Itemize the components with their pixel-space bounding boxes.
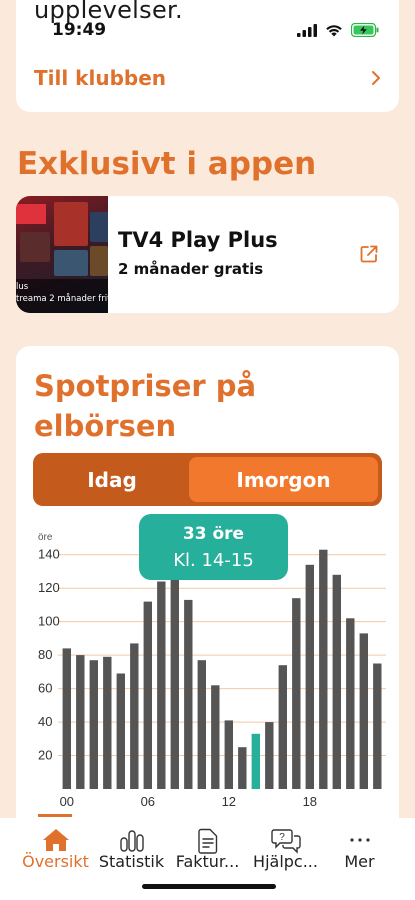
tv4-promo-card[interactable]: lus treama 2 månader fritt xyxy=(16,196,399,313)
chevron-right-icon xyxy=(372,71,380,85)
y-tick-label: 60 xyxy=(38,681,52,696)
club-link[interactable]: Till klubben xyxy=(34,66,166,90)
bar xyxy=(143,601,152,789)
svg-text:?: ? xyxy=(279,832,285,843)
battery-charging-icon xyxy=(351,23,379,37)
more-icon xyxy=(349,838,370,842)
x-tick-label: 00 xyxy=(60,794,74,809)
promo-poster xyxy=(54,202,88,246)
promo-subtitle: 2 månader gratis xyxy=(118,260,264,278)
tab-today[interactable]: Idag xyxy=(37,457,187,502)
promo-poster xyxy=(20,232,50,262)
bar xyxy=(224,720,233,789)
bar xyxy=(197,660,206,789)
promo-title: TV4 Play Plus xyxy=(118,228,278,252)
promo-image: lus treama 2 månader fritt xyxy=(16,196,108,313)
bar xyxy=(359,633,368,789)
bar xyxy=(157,581,166,789)
day-toggle: Idag Imorgon xyxy=(33,453,382,506)
bar xyxy=(130,643,139,789)
y-tick-label: 80 xyxy=(38,647,52,662)
bar xyxy=(305,564,314,789)
bar xyxy=(76,655,85,789)
promo-image-caption: treama 2 månader fritt xyxy=(16,294,108,304)
promo-image-caption: lus xyxy=(16,282,29,292)
tab-statistik[interactable]: Statistik xyxy=(90,818,173,880)
y-tick-label: 140 xyxy=(38,547,60,562)
bar xyxy=(62,648,71,789)
promo-poster xyxy=(90,246,108,276)
y-tick-label: 120 xyxy=(38,580,60,595)
bar xyxy=(346,618,355,789)
bar xyxy=(332,574,341,789)
tab-hjalpcenter[interactable]: ? Hjälpc... xyxy=(244,818,327,880)
invoice-icon xyxy=(197,828,217,854)
bar xyxy=(278,665,287,789)
help-chat-icon: ? xyxy=(270,829,301,854)
tab-mer[interactable]: Mer xyxy=(318,818,401,880)
bar xyxy=(265,722,274,789)
promo-poster xyxy=(54,250,88,276)
scroll-indicator xyxy=(38,814,72,817)
tooltip-time: Kl. 14-15 xyxy=(173,550,254,571)
y-tick-label: 20 xyxy=(38,748,52,763)
tab-label: Faktur... xyxy=(175,852,240,871)
y-tick-label: 100 xyxy=(38,614,60,629)
tv4-logo-icon xyxy=(16,204,46,224)
tab-oversikt[interactable]: Översikt xyxy=(14,818,97,880)
x-tick-label: 06 xyxy=(141,794,155,809)
bar xyxy=(170,568,179,789)
tab-label: Hjälpc... xyxy=(253,852,318,871)
bar xyxy=(292,598,301,789)
home-indicator xyxy=(142,884,276,889)
bar xyxy=(211,685,220,789)
bar xyxy=(103,656,112,789)
exclusive-section-title: Exklusivt i appen xyxy=(17,146,317,182)
external-link-icon[interactable] xyxy=(359,244,379,264)
tab-label: Översikt xyxy=(22,852,89,871)
x-tick-label: 18 xyxy=(303,794,317,809)
y-tick-label: 40 xyxy=(38,714,52,729)
promo-poster xyxy=(90,212,108,242)
bar xyxy=(319,549,328,789)
bar xyxy=(89,660,98,789)
bar xyxy=(251,733,260,789)
status-time: 19:49 xyxy=(52,20,107,40)
home-icon xyxy=(42,829,69,851)
bar xyxy=(373,663,382,789)
bar xyxy=(238,747,247,789)
status-bar: upplevelser. 19:49 xyxy=(0,0,415,44)
tab-fakturor[interactable]: Faktur... xyxy=(166,818,249,880)
x-tick-label: 12 xyxy=(222,794,236,809)
wifi-icon xyxy=(326,24,342,36)
tab-label: Mer xyxy=(344,852,375,871)
status-icons xyxy=(297,23,379,37)
price-tooltip: 33 öre Kl. 14-15 xyxy=(139,514,288,580)
bar xyxy=(184,599,193,789)
tab-label: Statistik xyxy=(98,852,165,871)
spot-price-title: Spotpriser på elbörsen xyxy=(34,369,257,443)
tab-tomorrow[interactable]: Imorgon xyxy=(189,457,378,502)
signal-icon xyxy=(297,23,317,37)
bar xyxy=(116,673,125,789)
stats-icon xyxy=(119,830,144,852)
tooltip-price: 33 öre xyxy=(182,524,245,544)
y-axis-label: öre xyxy=(38,532,53,543)
